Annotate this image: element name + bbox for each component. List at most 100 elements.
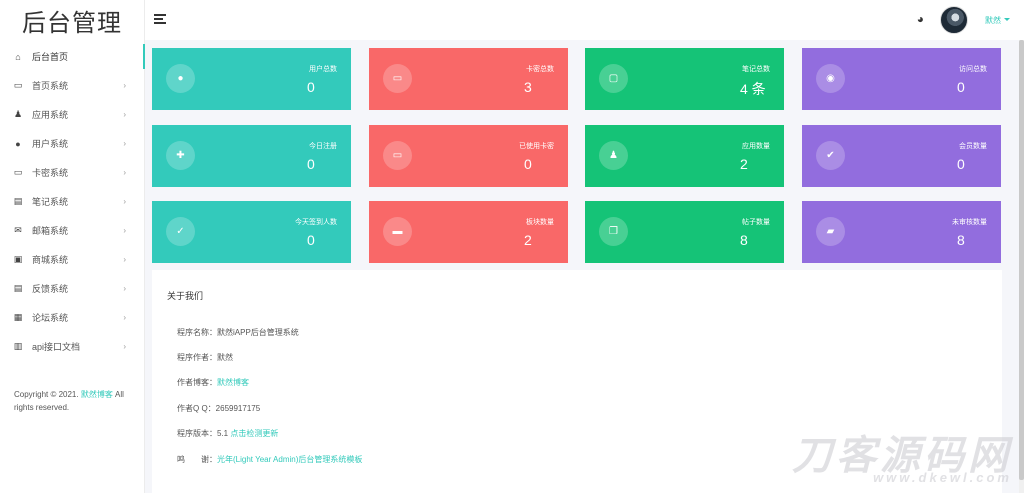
stat-card[interactable]: ▢ 笔记总数 4 条 bbox=[585, 48, 784, 110]
stat-value: 3 bbox=[524, 79, 532, 95]
stat-label: 板块数量 bbox=[526, 219, 554, 226]
chevron-right-icon: › bbox=[123, 313, 126, 322]
stat-label: 未审核数量 bbox=[952, 219, 987, 226]
sidebar-item-6[interactable]: ✉ 邮箱系统 › bbox=[0, 216, 144, 245]
stat-label: 已使用卡密 bbox=[519, 143, 554, 150]
hamburger-icon[interactable] bbox=[154, 14, 166, 24]
stat-label: 卡密总数 bbox=[526, 66, 554, 73]
user-icon: ● bbox=[166, 64, 195, 93]
stat-card[interactable]: ✔ 会员数量 0 bbox=[802, 125, 1001, 187]
stat-value: 2 bbox=[740, 156, 748, 172]
stat-label: 今日注册 bbox=[309, 143, 337, 150]
chevron-right-icon: › bbox=[123, 284, 126, 293]
about-title: 关于我们 bbox=[167, 291, 204, 301]
stat-value: 4 条 bbox=[740, 81, 766, 97]
user-icon: ● bbox=[15, 138, 21, 149]
sidebar-item-7[interactable]: ▣ 商城系统 › bbox=[0, 245, 144, 274]
stat-label: 用户总数 bbox=[309, 66, 337, 73]
about-row: 鸣 谢：光年(Light Year Admin)后台管理系统模板 bbox=[177, 454, 362, 465]
copyright-link[interactable]: 默然博客 bbox=[81, 390, 113, 399]
stat-card[interactable]: ▭ 已使用卡密 0 bbox=[369, 125, 568, 187]
sidebar-item-2[interactable]: ♟ 应用系统 › bbox=[0, 100, 144, 129]
chevron-right-icon: › bbox=[123, 168, 126, 177]
chevron-right-icon: › bbox=[123, 81, 126, 90]
stat-value: 0 bbox=[307, 79, 315, 95]
copyright-prefix: Copyright © 2021. bbox=[14, 390, 81, 399]
stat-value: 0 bbox=[307, 156, 315, 172]
sidebar-nav: ⌂ 后台首页 ▭ 首页系统 › ♟ 应用系统 › ● 用户系统 › ▭ 卡密系统 › ▤ 笔记系统 › ✉ 邮箱系统… bbox=[0, 42, 145, 361]
sidebar-item-4[interactable]: ▭ 卡密系统 › bbox=[0, 158, 144, 187]
check-update-link[interactable]: 点击检测更新 bbox=[230, 429, 278, 438]
chevron-right-icon: › bbox=[123, 110, 126, 119]
card-icon: ▭ bbox=[383, 64, 412, 93]
chevron-right-icon: › bbox=[123, 226, 126, 235]
stat-label: 会员数量 bbox=[959, 143, 987, 150]
sidebar-item-label: 用户系统 bbox=[32, 139, 69, 149]
sidebar-item-5[interactable]: ▤ 笔记系统 › bbox=[0, 187, 144, 216]
app-logo[interactable]: 后台管理 bbox=[0, 0, 144, 40]
avatar[interactable] bbox=[940, 6, 968, 34]
card-icon: ▭ bbox=[383, 141, 412, 170]
sidebar-item-label: 笔记系统 bbox=[32, 197, 69, 207]
mail-icon: ✉ bbox=[14, 225, 22, 235]
about-row: 程序版本：5.1 点击检测更新 bbox=[177, 428, 278, 439]
card-icon: ▭ bbox=[13, 167, 23, 177]
monitor-icon: ▢ bbox=[599, 64, 628, 93]
chevron-right-icon: › bbox=[123, 255, 126, 264]
watermark: 刀客源码网 www.dkewl.com bbox=[792, 436, 1012, 485]
copy-icon: ❐ bbox=[599, 217, 628, 246]
sidebar-item-8[interactable]: ▤ 反馈系统 › bbox=[0, 274, 144, 303]
stat-card[interactable]: ▭ 卡密总数 3 bbox=[369, 48, 568, 110]
stat-card[interactable]: ◉ 访问总数 0 bbox=[802, 48, 1001, 110]
sidebar-item-label: 邮箱系统 bbox=[32, 226, 69, 236]
sidebar-item-10[interactable]: ▥ api接口文档 › bbox=[0, 332, 144, 361]
user-name[interactable]: 默然 bbox=[985, 15, 1001, 26]
stat-label: 应用数量 bbox=[742, 143, 770, 150]
folder-edit-icon: ▰ bbox=[816, 217, 845, 246]
chevron-right-icon: › bbox=[123, 342, 126, 351]
check-circle-icon: ✓ bbox=[166, 217, 195, 246]
user-plus-icon: ✚ bbox=[166, 141, 195, 170]
palette-icon[interactable]: ◕ bbox=[917, 12, 924, 26]
about-link[interactable]: 光年(Light Year Admin)后台管理系统模板 bbox=[217, 455, 362, 464]
about-value: 2659917175 bbox=[215, 404, 261, 413]
about-value: 5.1 bbox=[217, 429, 231, 438]
android-icon: ♟ bbox=[599, 141, 628, 170]
sidebar-item-0[interactable]: ⌂ 后台首页 bbox=[0, 42, 145, 71]
sidebar: 后台管理 ⌂ 后台首页 ▭ 首页系统 › ♟ 应用系统 › ● 用户系统 › ▭ 卡密系统 › ▤ 笔记系统 ›… bbox=[0, 0, 145, 493]
stat-card[interactable]: ▰ 未审核数量 8 bbox=[802, 201, 1001, 263]
sidebar-item-label: api接口文档 bbox=[32, 342, 81, 352]
shopping-bag-icon: ▣ bbox=[13, 254, 23, 264]
stat-label: 访问总数 bbox=[959, 66, 987, 73]
chevron-right-icon: › bbox=[123, 139, 126, 148]
about-key: 鸣 谢： bbox=[177, 455, 217, 464]
stat-card[interactable]: ♟ 应用数量 2 bbox=[585, 125, 784, 187]
stat-card[interactable]: ✚ 今日注册 0 bbox=[152, 125, 351, 187]
stat-value: 0 bbox=[307, 232, 315, 248]
home-icon: ⌂ bbox=[15, 51, 21, 62]
stat-card[interactable]: ❐ 帖子数量 8 bbox=[585, 201, 784, 263]
about-key: 程序版本： bbox=[177, 429, 217, 438]
sidebar-item-label: 应用系统 bbox=[32, 110, 69, 120]
about-key: 作者Q Q： bbox=[177, 404, 216, 413]
grid-icon: ▦ bbox=[13, 312, 23, 322]
scrollbar[interactable] bbox=[1019, 40, 1024, 493]
stat-value: 0 bbox=[957, 156, 965, 172]
sidebar-item-label: 商城系统 bbox=[32, 255, 69, 265]
stat-card[interactable]: ▬ 板块数量 2 bbox=[369, 201, 568, 263]
stat-value: 0 bbox=[524, 156, 532, 172]
stat-value: 8 bbox=[957, 232, 965, 248]
sidebar-item-9[interactable]: ▦ 论坛系统 › bbox=[0, 303, 144, 332]
about-key: 程序作者： bbox=[177, 353, 217, 362]
about-link[interactable]: 默然博客 bbox=[217, 378, 249, 387]
sidebar-item-label: 反馈系统 bbox=[32, 284, 69, 294]
sidebar-item-3[interactable]: ● 用户系统 › bbox=[0, 129, 144, 158]
stat-label: 笔记总数 bbox=[742, 66, 770, 73]
stat-value: 8 bbox=[740, 232, 748, 248]
sidebar-item-label: 卡密系统 bbox=[32, 168, 69, 178]
user-check-icon: ✔ bbox=[816, 141, 845, 170]
chevron-down-icon[interactable] bbox=[1004, 18, 1010, 21]
stat-card[interactable]: ✓ 今天签到人数 0 bbox=[152, 201, 351, 263]
sidebar-item-1[interactable]: ▭ 首页系统 › bbox=[0, 71, 144, 100]
stat-card[interactable]: ● 用户总数 0 bbox=[152, 48, 351, 110]
